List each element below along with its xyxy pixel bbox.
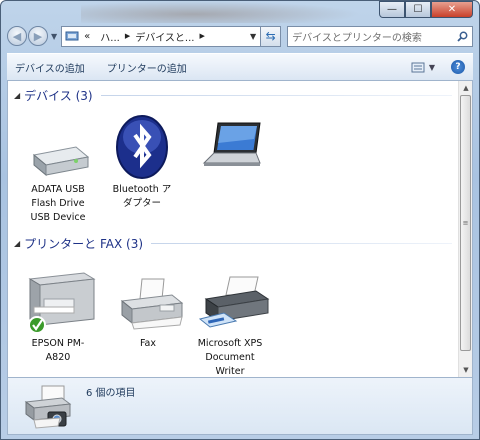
navigation-bar: ◀ ▶ ▼ « ハ... ▶ デバイスと... ▶ ▼ ⇆ デバイスとプリンター… xyxy=(7,23,473,49)
change-view-button[interactable]: ▼ xyxy=(411,62,435,73)
breadcrumb-separator-icon[interactable]: ▶ xyxy=(199,32,204,40)
add-device-button[interactable]: デバイスの追加 xyxy=(15,60,85,75)
device-tile-usb-drive[interactable]: ADATA USB Flash Drive USB Device xyxy=(24,133,92,225)
address-dropdown-icon[interactable]: ▼ xyxy=(250,32,256,41)
group-divider xyxy=(100,95,452,96)
view-dropdown-icon[interactable]: ▼ xyxy=(429,63,435,72)
fax-icon xyxy=(120,278,184,330)
group-divider xyxy=(151,243,452,244)
explorer-window: — ☐ ✕ ◀ ▶ ▼ « ハ... ▶ デバイスと... ▶ ▼ ⇆ デバイス… xyxy=(0,0,480,440)
command-bar: デバイスの追加 プリンターの追加 ▼ ? xyxy=(7,53,473,81)
group-header-devices[interactable]: ◢ デバイス (3) xyxy=(14,87,452,104)
minimize-button[interactable]: — xyxy=(379,1,405,18)
forward-arrow-icon: ▶ xyxy=(33,29,43,43)
usb-drive-icon xyxy=(32,146,90,177)
view-icon xyxy=(411,62,425,72)
printer-label: Fax xyxy=(139,338,157,349)
caption-buttons: — ☐ ✕ xyxy=(379,1,473,18)
device-tile-bluetooth[interactable]: Bluetooth アダプター xyxy=(108,115,176,211)
printer-label: EPSON PM-A820 xyxy=(31,338,85,363)
device-tile-laptop[interactable] xyxy=(198,119,266,173)
refresh-icon: ⇆ xyxy=(265,29,276,43)
recent-pages-dropdown-icon[interactable]: ▼ xyxy=(51,32,57,41)
collapse-arrow-icon[interactable]: ◢ xyxy=(14,91,20,100)
forward-button[interactable]: ▶ xyxy=(28,26,48,46)
breadcrumb-devices[interactable]: デバイスと... xyxy=(135,29,194,44)
maximize-button[interactable]: ☐ xyxy=(405,1,431,18)
details-pane: 6 個の項目 xyxy=(7,377,473,435)
back-button[interactable]: ◀ xyxy=(7,26,27,46)
devices-and-printers-icon xyxy=(24,385,72,429)
breadcrumb-separator-icon[interactable]: ▶ xyxy=(125,32,130,40)
multifunction-printer-icon xyxy=(28,272,96,334)
address-bar[interactable]: « ハ... ▶ デバイスと... ▶ ▼ xyxy=(61,25,262,47)
scroll-up-icon[interactable]: ▲ xyxy=(459,81,473,95)
breadcrumb-overflow[interactable]: « xyxy=(84,31,90,42)
search-placeholder: デバイスとプリンターの検索 xyxy=(292,32,422,44)
printer-tile-fax[interactable]: Fax xyxy=(114,277,184,351)
vertical-scrollbar[interactable]: ▲ ≡ ▼ xyxy=(458,81,472,377)
device-label: Bluetooth アダプター xyxy=(112,184,172,209)
search-input[interactable]: デバイスとプリンターの検索 xyxy=(287,25,473,47)
collapse-arrow-icon[interactable]: ◢ xyxy=(14,239,20,248)
device-label: ADATA USB Flash Drive USB Device xyxy=(30,184,86,223)
control-panel-icon xyxy=(65,31,79,41)
scroll-thumb[interactable]: ≡ xyxy=(460,95,471,351)
printer-tile-xps[interactable]: Microsoft XPS Document Writer xyxy=(196,275,270,379)
group-title: デバイス (3) xyxy=(24,89,93,103)
printer-icon xyxy=(198,276,270,328)
refresh-button[interactable]: ⇆ xyxy=(261,25,282,47)
help-icon[interactable]: ? xyxy=(451,60,465,74)
group-title: プリンターと FAX (3) xyxy=(24,237,144,251)
printer-label: Microsoft XPS Document Writer xyxy=(197,338,263,377)
scroll-down-icon[interactable]: ▼ xyxy=(459,363,473,377)
items-view: ◢ デバイス (3) ADATA USB Flash Drive USB Dev… xyxy=(7,81,473,377)
group-header-printers[interactable]: ◢ プリンターと FAX (3) xyxy=(14,235,452,252)
close-button[interactable]: ✕ xyxy=(431,1,473,18)
add-printer-button[interactable]: プリンターの追加 xyxy=(107,60,187,75)
back-arrow-icon: ◀ xyxy=(12,29,22,43)
bluetooth-icon xyxy=(116,115,168,179)
search-icon[interactable] xyxy=(457,31,468,42)
laptop-icon xyxy=(202,122,261,166)
printer-tile-epson[interactable]: EPSON PM-A820 xyxy=(24,269,96,365)
item-count: 6 個の項目 xyxy=(86,388,136,399)
breadcrumb-hardware[interactable]: ハ... xyxy=(100,29,120,44)
title-bar-background xyxy=(81,1,361,23)
